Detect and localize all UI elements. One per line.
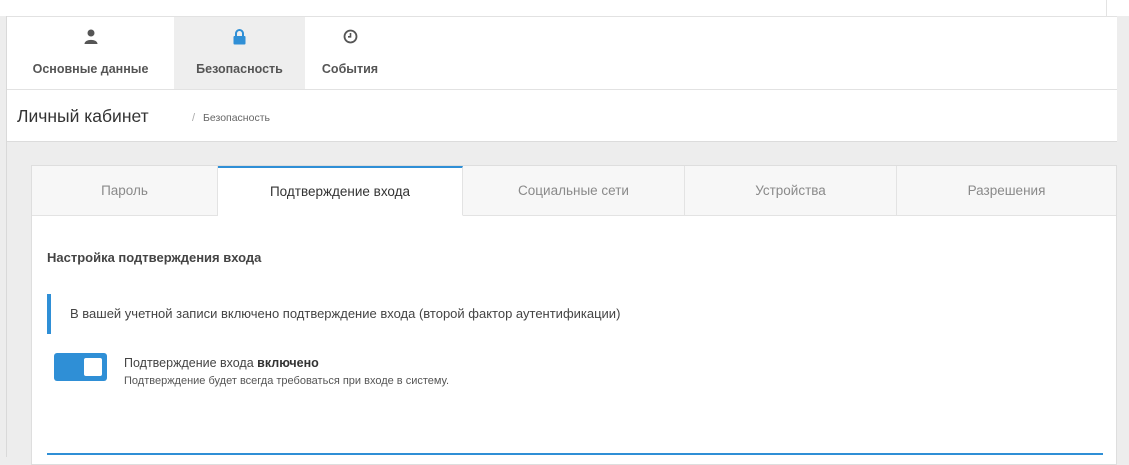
- nav-item-label: Безопасность: [196, 62, 283, 76]
- tab-permissions[interactable]: Разрешения: [897, 166, 1116, 216]
- top-strip: [0, 0, 1129, 16]
- tab-devices[interactable]: Устройства: [685, 166, 897, 216]
- top-strip-edge: [1106, 0, 1107, 16]
- nav-item-main-data[interactable]: Основные данные: [7, 17, 174, 89]
- info-notice: В вашей учетной записи включено подтверж…: [47, 294, 747, 334]
- tab-password[interactable]: Пароль: [32, 166, 218, 216]
- nav-item-label: События: [321, 62, 379, 76]
- notice-text: В вашей учетной записи включено подтверж…: [70, 306, 621, 321]
- nav-item-security[interactable]: Безопасность: [174, 17, 305, 89]
- top-navigation: Основные данные Безопасность События: [7, 16, 1117, 90]
- user-icon: [7, 29, 174, 47]
- breadcrumb: Личный кабинет / Безопасность: [7, 90, 1117, 142]
- breadcrumb-separator: /: [192, 112, 196, 124]
- security-panel: Пароль Подтверждение входа Социальные се…: [31, 165, 1117, 465]
- nav-item-events[interactable]: События: [305, 17, 395, 89]
- security-tabs: Пароль Подтверждение входа Социальные се…: [32, 166, 1116, 216]
- toggle-state: включено: [257, 356, 319, 370]
- login-confirmation-toggle[interactable]: [54, 353, 107, 381]
- section-divider: [47, 453, 1103, 455]
- tab-social-networks[interactable]: Социальные сети: [463, 166, 685, 216]
- section-title: Настройка подтверждения входа: [47, 250, 262, 265]
- lock-icon: [174, 29, 305, 47]
- breadcrumb-current: Безопасность: [203, 112, 270, 124]
- page-title: Личный кабинет: [17, 106, 149, 126]
- toggle-label: Подтверждение входа включено: [124, 356, 319, 370]
- toggle-description: Подтверждение будет всегда требоваться п…: [124, 375, 450, 387]
- clock-icon: [305, 29, 395, 47]
- tab-login-confirmation[interactable]: Подтверждение входа: [218, 166, 463, 216]
- nav-item-label: Основные данные: [32, 62, 149, 76]
- toggle-knob: [84, 358, 102, 376]
- toggle-label-prefix: Подтверждение входа: [124, 356, 254, 370]
